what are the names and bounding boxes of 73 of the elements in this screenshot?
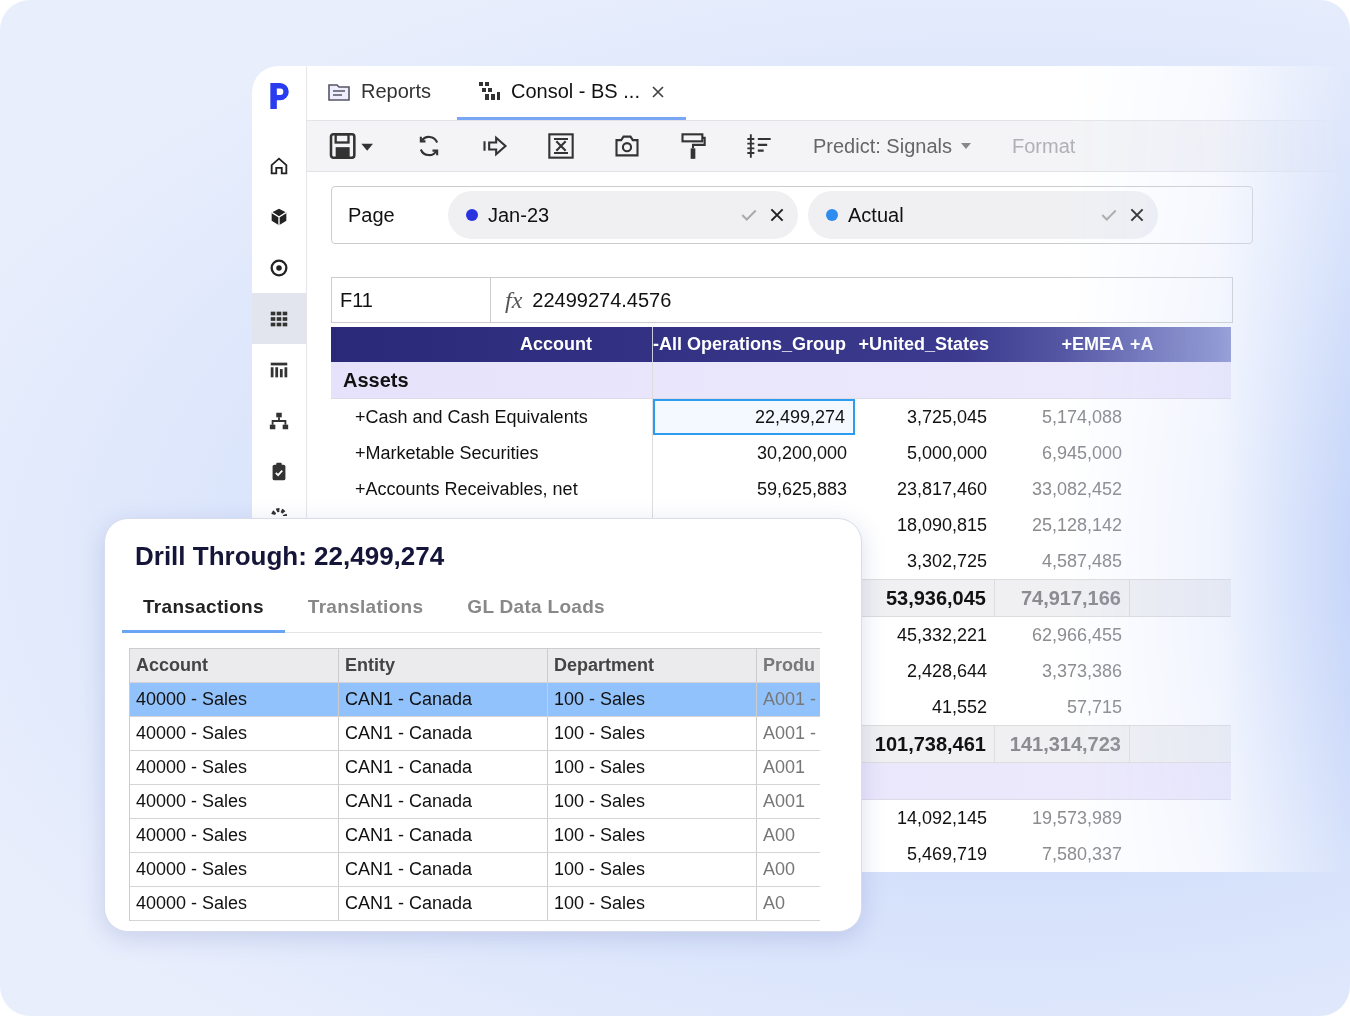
table-cell: CAN1 - Canada bbox=[345, 825, 473, 846]
value-cell[interactable]: 23,817,460 bbox=[855, 471, 995, 507]
document-tab[interactable]: Reports bbox=[307, 66, 457, 120]
table-cell: A0 bbox=[763, 893, 786, 914]
value-cell[interactable]: 59,625,883 bbox=[653, 471, 855, 507]
table-cell: A001 - bbox=[763, 689, 817, 710]
panel-title: Drill Through: 22,499,274 bbox=[134, 541, 446, 572]
table-row[interactable]: 40000 - Sales CAN1 - Canada 100 - Sales A00 bbox=[130, 819, 820, 853]
formula-value: 22499274.4576 bbox=[532, 288, 672, 312]
table-cell: 40000 - Sales bbox=[136, 723, 248, 744]
panel-tab[interactable]: Translations bbox=[286, 588, 445, 633]
table-cell: 40000 - Sales bbox=[136, 757, 248, 778]
table-cell: 40000 - Sales bbox=[136, 859, 248, 880]
column-header[interactable]: Department bbox=[548, 649, 757, 682]
table-cell: CAN1 - Canada bbox=[345, 859, 473, 880]
account-label[interactable]: +Cash and Cash Equivalents bbox=[355, 406, 588, 428]
column-header: +A bbox=[1130, 333, 1155, 356]
settings-icon bbox=[270, 507, 288, 516]
table-row[interactable]: 40000 - Sales CAN1 - Canada 100 - Sales A001 bbox=[130, 785, 820, 819]
sort-icon[interactable] bbox=[745, 132, 773, 160]
table-cell: 100 - Sales bbox=[554, 859, 646, 880]
table-cell: A001 bbox=[763, 757, 806, 778]
table-cell: 40000 - Sales bbox=[136, 893, 248, 914]
function-label: fx bbox=[505, 286, 523, 314]
table-cell: CAN1 - Canada bbox=[345, 689, 473, 710]
column-header: +EMEA bbox=[1060, 333, 1125, 356]
table-cell: 100 - Sales bbox=[554, 723, 646, 744]
close-icon[interactable] bbox=[768, 206, 786, 224]
table-cell: A001 - bbox=[763, 723, 817, 744]
value-cell[interactable]: 3,725,045 bbox=[855, 399, 995, 435]
account-label[interactable]: +Accounts Receivables, net bbox=[355, 478, 578, 500]
table-cell: 100 - Sales bbox=[554, 791, 646, 812]
paint-roller-icon[interactable] bbox=[679, 132, 707, 160]
close-icon[interactable] bbox=[1128, 206, 1146, 224]
table-cell: CAN1 - Canada bbox=[345, 791, 473, 812]
column-header[interactable]: Account bbox=[130, 649, 339, 682]
value-cell[interactable]: 5,000,000 bbox=[855, 435, 995, 471]
table-row[interactable]: 40000 - Sales CAN1 - Canada 100 - Sales A001 - bbox=[130, 683, 820, 717]
predict-dropdown[interactable]: Predict: Signals bbox=[813, 134, 972, 158]
table-row[interactable]: 40000 - Sales CAN1 - Canada 100 - Sales A00 bbox=[130, 853, 820, 887]
table-cell: 100 - Sales bbox=[554, 757, 646, 778]
table-cell: 100 - Sales bbox=[554, 825, 646, 846]
table-cell: A00 bbox=[763, 859, 796, 880]
table-cell: CAN1 - Canada bbox=[345, 757, 473, 778]
sidebar-item[interactable] bbox=[252, 293, 306, 344]
column-header[interactable]: Produ bbox=[757, 649, 820, 682]
table-cell: 40000 - Sales bbox=[136, 689, 248, 710]
column-header[interactable]: Entity bbox=[339, 649, 548, 682]
table-cell: A001 bbox=[763, 791, 806, 812]
page-filter[interactable]: Jan-23 bbox=[448, 191, 798, 239]
page-label: Page bbox=[348, 203, 396, 227]
table-row[interactable]: 40000 - Sales CAN1 - Canada 100 - Sales A001 - bbox=[130, 717, 820, 751]
table-cell: 100 - Sales bbox=[554, 689, 646, 710]
page-filter[interactable]: Actual bbox=[808, 191, 1158, 239]
table-cell: 40000 - Sales bbox=[136, 825, 248, 846]
table-cell: CAN1 - Canada bbox=[345, 893, 473, 914]
table-cell: A00 bbox=[763, 825, 796, 846]
table-row[interactable]: 40000 - Sales CAN1 - Canada 100 - Sales A0 bbox=[130, 887, 820, 921]
excel-icon[interactable] bbox=[547, 132, 575, 160]
table-cell: 100 - Sales bbox=[554, 893, 646, 914]
value-cell[interactable]: 22,499,274 bbox=[653, 399, 855, 435]
section-label: Assets bbox=[343, 368, 409, 392]
table-row[interactable]: 40000 - Sales CAN1 - Canada 100 - Sales A001 bbox=[130, 751, 820, 785]
table-cell: CAN1 - Canada bbox=[345, 723, 473, 744]
account-label[interactable]: +Marketable Securities bbox=[355, 442, 539, 464]
panel-tab[interactable]: Transactions bbox=[122, 588, 285, 633]
value-cell[interactable]: 30,200,000 bbox=[653, 435, 855, 471]
table-cell: 40000 - Sales bbox=[136, 791, 248, 812]
close-icon[interactable] bbox=[649, 83, 666, 100]
column-header: -All Operations_Group bbox=[653, 333, 848, 356]
panel-tab[interactable]: GL Data Loads bbox=[446, 588, 626, 633]
cell-reference-field[interactable]: F11 bbox=[332, 278, 491, 322]
column-header: +United_States bbox=[857, 333, 990, 356]
